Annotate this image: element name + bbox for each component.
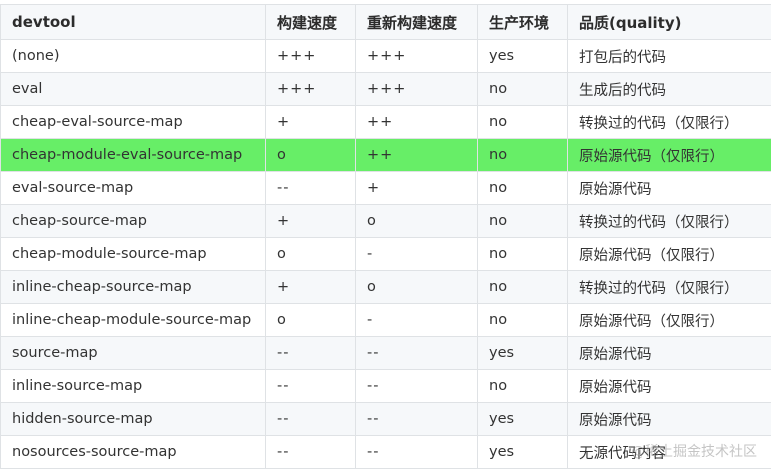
cell-rebuild-speed: -- (355, 435, 478, 469)
table-row: hidden-source-map -- -- yes 原始源代码 (0, 402, 771, 436)
cell-rebuild-speed: - (355, 237, 478, 271)
header-build-speed: 构建速度 (265, 4, 356, 40)
cell-build-speed: -- (265, 336, 356, 370)
cell-devtool: eval-source-map (0, 171, 266, 205)
table-row: inline-cheap-source-map + o no 转换过的代码（仅限… (0, 270, 771, 304)
table-row: inline-cheap-module-source-map o - no 原始… (0, 303, 771, 337)
header-production: 生产环境 (477, 4, 568, 40)
table-row-highlighted: cheap-module-eval-source-map o ++ no 原始源… (0, 138, 771, 172)
cell-production: no (477, 237, 568, 271)
cell-devtool: inline-cheap-source-map (0, 270, 266, 304)
cell-rebuild-speed: -- (355, 402, 478, 436)
cell-production: no (477, 171, 568, 205)
cell-rebuild-speed: +++ (355, 72, 478, 106)
cell-quality: 转换过的代码（仅限行） (567, 204, 771, 238)
cell-quality: 原始源代码 (567, 402, 771, 436)
cell-build-speed: + (265, 270, 356, 304)
cell-quality: 原始源代码（仅限行） (567, 138, 771, 172)
cell-devtool: cheap-eval-source-map (0, 105, 266, 139)
cell-quality: 原始源代码 (567, 336, 771, 370)
cell-rebuild-speed: o (355, 204, 478, 238)
cell-production: no (477, 270, 568, 304)
cell-build-speed: + (265, 105, 356, 139)
cell-build-speed: -- (265, 435, 356, 469)
cell-build-speed: o (265, 303, 356, 337)
header-devtool: devtool (0, 4, 266, 40)
cell-quality: 打包后的代码 (567, 39, 771, 73)
cell-rebuild-speed: + (355, 171, 478, 205)
cell-quality: 原始源代码（仅限行） (567, 303, 771, 337)
cell-build-speed: o (265, 138, 356, 172)
cell-production: no (477, 369, 568, 403)
cell-build-speed: +++ (265, 72, 356, 106)
table-row: inline-source-map -- -- no 原始源代码 (0, 369, 771, 403)
cell-quality: 生成后的代码 (567, 72, 771, 106)
cell-devtool: cheap-module-source-map (0, 237, 266, 271)
cell-devtool: hidden-source-map (0, 402, 266, 436)
cell-quality: 转换过的代码（仅限行） (567, 105, 771, 139)
cell-rebuild-speed: o (355, 270, 478, 304)
cell-rebuild-speed: ++ (355, 105, 478, 139)
table-row: (none) +++ +++ yes 打包后的代码 (0, 39, 771, 73)
table-row: eval-source-map -- + no 原始源代码 (0, 171, 771, 205)
table-row: eval +++ +++ no 生成后的代码 (0, 72, 771, 106)
cell-build-speed: + (265, 204, 356, 238)
cell-production: yes (477, 435, 568, 469)
cell-quality: 转换过的代码（仅限行） (567, 270, 771, 304)
cell-build-speed: -- (265, 402, 356, 436)
cell-devtool: inline-cheap-module-source-map (0, 303, 266, 337)
cell-devtool: cheap-module-eval-source-map (0, 138, 266, 172)
cell-production: yes (477, 39, 568, 73)
cell-devtool: (none) (0, 39, 266, 73)
table-row: cheap-eval-source-map + ++ no 转换过的代码（仅限行… (0, 105, 771, 139)
cell-production: no (477, 204, 568, 238)
cell-rebuild-speed: ++ (355, 138, 478, 172)
cell-devtool: eval (0, 72, 266, 106)
header-rebuild-speed: 重新构建速度 (355, 4, 478, 40)
cell-production: no (477, 105, 568, 139)
cell-devtool: inline-source-map (0, 369, 266, 403)
cell-build-speed: +++ (265, 39, 356, 73)
cell-quality: 原始源代码 (567, 171, 771, 205)
table-row: cheap-source-map + o no 转换过的代码（仅限行） (0, 204, 771, 238)
cell-production: yes (477, 402, 568, 436)
cell-rebuild-speed: -- (355, 336, 478, 370)
cell-production: no (477, 138, 568, 172)
table-row: cheap-module-source-map o - no 原始源代码（仅限行… (0, 237, 771, 271)
cell-build-speed: -- (265, 369, 356, 403)
cell-quality: 原始源代码 (567, 369, 771, 403)
cell-rebuild-speed: +++ (355, 39, 478, 73)
table-row: source-map -- -- yes 原始源代码 (0, 336, 771, 370)
cell-devtool: source-map (0, 336, 266, 370)
cell-devtool: cheap-source-map (0, 204, 266, 238)
cell-production: no (477, 72, 568, 106)
cell-production: no (477, 303, 568, 337)
devtool-comparison-table: devtool 构建速度 重新构建速度 生产环境 品质(quality) (no… (0, 4, 771, 469)
cell-rebuild-speed: -- (355, 369, 478, 403)
cell-rebuild-speed: - (355, 303, 478, 337)
cell-devtool: nosources-source-map (0, 435, 266, 469)
watermark: @稀土掘金技术社区 (631, 444, 757, 460)
cell-quality: 原始源代码（仅限行） (567, 237, 771, 271)
cell-build-speed: o (265, 237, 356, 271)
header-quality: 品质(quality) (567, 4, 771, 40)
header-row: devtool 构建速度 重新构建速度 生产环境 品质(quality) (0, 4, 771, 40)
cell-build-speed: -- (265, 171, 356, 205)
cell-production: yes (477, 336, 568, 370)
